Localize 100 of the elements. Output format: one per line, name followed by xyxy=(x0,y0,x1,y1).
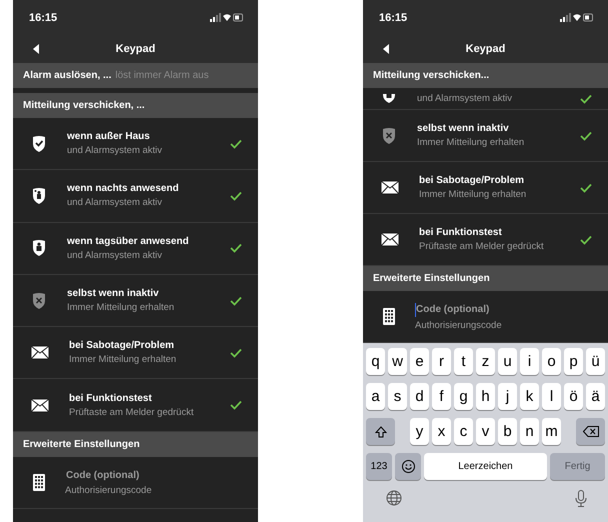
letter-key[interactable]: q xyxy=(366,348,385,375)
shift-key[interactable] xyxy=(366,418,395,445)
shield-cross-icon xyxy=(381,126,397,144)
row-subtitle: Prüftaste am Melder gedrückt xyxy=(69,406,195,418)
setting-row[interactable]: wenn nachts anwesend und Alarmsystem aktiv xyxy=(13,170,258,223)
letter-key[interactable]: ü xyxy=(586,348,605,375)
row-title: bei Sabotage/Problem xyxy=(69,340,176,352)
row-title: wenn außer Haus xyxy=(67,131,151,142)
microphone-icon[interactable] xyxy=(575,490,587,507)
row-subtitle: und Alarmsystem aktiv xyxy=(67,250,164,261)
row-title: bei Funktionstest xyxy=(419,227,503,238)
letter-key[interactable]: z xyxy=(476,348,495,375)
checkmark-icon[interactable] xyxy=(230,348,242,358)
letter-key[interactable]: l xyxy=(542,383,561,410)
keypad-icon xyxy=(383,308,395,325)
status-icons xyxy=(560,13,594,22)
letter-key[interactable]: m xyxy=(542,418,561,445)
setting-row[interactable]: bei Sabotage/Problem Immer Mitteilung erhalten xyxy=(13,327,258,380)
section-title: Alarm auslösen, ... xyxy=(23,70,112,81)
row-title: selbst wenn inaktiv xyxy=(67,288,160,300)
letter-key[interactable]: d xyxy=(410,383,429,410)
back-icon[interactable] xyxy=(383,44,389,54)
envelope-icon xyxy=(31,346,49,360)
row-subtitle: Immer Mitteilung erhalten xyxy=(67,302,176,314)
letter-key[interactable]: ä xyxy=(586,383,605,410)
space-key[interactable]: Leerzeichen xyxy=(424,453,547,480)
numbers-key[interactable]: 123 xyxy=(366,453,392,480)
row-subtitle: Immer Mitteilung erhalten xyxy=(419,189,528,200)
row-subtitle: und Alarmsystem aktiv xyxy=(417,93,514,104)
row-title: bei Funktionstest xyxy=(69,392,153,404)
setting-row[interactable]: wenn außer Haus und Alarmsystem aktiv xyxy=(13,118,258,170)
envelope-icon xyxy=(381,181,399,194)
letter-key[interactable]: r xyxy=(432,348,451,375)
checkmark-icon[interactable] xyxy=(230,243,242,254)
shift-icon xyxy=(374,426,386,438)
row-subtitle: Prüftaste am Melder gedrückt xyxy=(419,241,545,252)
emoji-icon xyxy=(402,460,414,473)
status-time: 16:15 xyxy=(29,12,58,24)
letter-key[interactable]: e xyxy=(410,348,429,375)
checkmark-icon[interactable] xyxy=(230,400,242,410)
letter-key[interactable]: ö xyxy=(564,383,583,410)
setting-row[interactable]: wenn tagsüber anwesend und Alarmsystem aktiv xyxy=(13,222,258,275)
checkmark-icon[interactable] xyxy=(580,182,592,192)
setting-row[interactable]: selbst wenn inaktiv Immer Mitteilung erhalten xyxy=(13,274,258,328)
row-subtitle: und Alarmsystem aktiv xyxy=(67,197,164,208)
letter-key[interactable]: s xyxy=(388,383,407,410)
globe-icon[interactable] xyxy=(386,490,402,506)
code-input-field[interactable]: Code (optional) xyxy=(416,304,536,315)
row-subtitle: Immer Mitteilung erhalten xyxy=(69,354,178,366)
row-subtitle: Immer Mitteilung erhalten xyxy=(417,137,526,148)
backspace-key[interactable] xyxy=(576,418,605,445)
setting-row[interactable]: und Alarmsystem aktiv xyxy=(363,88,608,110)
letter-key[interactable]: v xyxy=(476,418,495,445)
shield-cross-icon xyxy=(31,292,47,310)
letter-key[interactable]: i xyxy=(520,348,539,375)
section-title: Mitteilung verschicken... xyxy=(373,70,490,81)
letter-key[interactable]: c xyxy=(454,418,473,445)
letter-key[interactable]: b xyxy=(498,418,517,445)
letter-key[interactable]: x xyxy=(432,418,451,445)
letter-key[interactable]: p xyxy=(564,348,583,375)
back-icon[interactable] xyxy=(33,44,39,54)
backspace-icon xyxy=(582,426,598,437)
letter-key[interactable]: k xyxy=(520,383,539,410)
row-subtitle: Authorisierungscode xyxy=(65,485,153,496)
letter-key[interactable]: f xyxy=(432,383,451,410)
setting-row[interactable]: bei Sabotage/Problem Immer Mitteilung erhalten xyxy=(363,162,608,214)
checkmark-icon[interactable] xyxy=(580,94,592,104)
row-title: selbst wenn inaktiv xyxy=(417,123,510,134)
letter-key[interactable]: j xyxy=(498,383,517,410)
checkmark-icon[interactable] xyxy=(230,138,242,149)
letter-key[interactable]: o xyxy=(542,348,561,375)
letter-key[interactable]: h xyxy=(476,383,495,410)
checkmark-icon[interactable] xyxy=(580,234,592,244)
code-input-field[interactable]: Code (optional) xyxy=(66,470,186,481)
letter-key[interactable]: n xyxy=(520,418,539,445)
setting-row[interactable]: selbst wenn inaktiv Immer Mitteilung erhalten xyxy=(363,110,608,162)
emoji-key[interactable] xyxy=(395,453,421,480)
status-icons xyxy=(210,13,244,22)
row-title: wenn nachts anwesend xyxy=(67,183,180,194)
done-key[interactable]: Fertig xyxy=(550,453,605,480)
row-subtitle: und Alarmsystem aktiv xyxy=(67,145,164,156)
letter-key[interactable]: t xyxy=(454,348,473,375)
row-subtitle: Authorisierungscode xyxy=(415,320,503,330)
nav-title: Keypad xyxy=(116,43,156,55)
row-title: bei Sabotage/Problem xyxy=(419,175,526,186)
letter-key[interactable]: w xyxy=(388,348,407,375)
letter-key[interactable]: u xyxy=(498,348,517,375)
shield-check-icon xyxy=(31,134,47,153)
letter-key[interactable]: g xyxy=(454,383,473,410)
row-subtitle: löst immer Alarm aus xyxy=(115,70,209,81)
checkmark-icon[interactable] xyxy=(580,130,592,140)
checkmark-icon[interactable] xyxy=(230,190,242,201)
checkmark-icon[interactable] xyxy=(230,296,242,306)
section-title: Erweiterte Einstellungen xyxy=(23,438,140,450)
keypad-icon xyxy=(33,474,45,491)
section-title: Mitteilung verschicken, ... xyxy=(23,100,145,111)
envelope-icon xyxy=(381,233,399,246)
letter-key[interactable]: y xyxy=(410,418,429,445)
section-title: Erweiterte Einstellungen xyxy=(373,273,490,284)
letter-key[interactable]: a xyxy=(366,383,385,410)
